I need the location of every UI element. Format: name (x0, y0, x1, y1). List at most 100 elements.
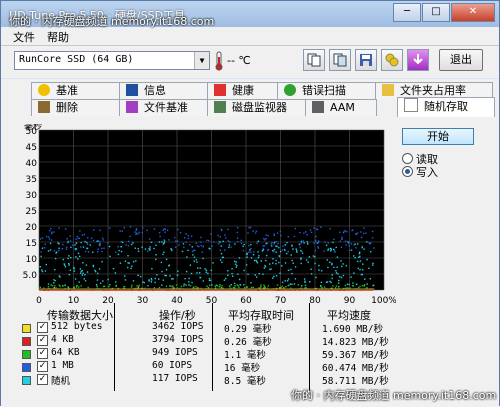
tab-file-benchmark[interactable]: 文件基准 (119, 99, 209, 116)
data-point (96, 240, 98, 242)
trash-icon (38, 101, 50, 113)
data-point (334, 251, 336, 253)
data-point (287, 285, 289, 287)
data-point (326, 259, 329, 261)
data-point (69, 256, 72, 259)
tab-error-scan[interactable]: 错误扫描 (277, 82, 377, 99)
data-point (303, 242, 305, 244)
data-point (273, 233, 275, 235)
data-point (185, 233, 187, 235)
series-checkbox[interactable]: ✓ (37, 322, 48, 333)
data-point (80, 272, 82, 274)
write-radio[interactable]: 写入 (402, 164, 438, 180)
start-button[interactable]: 开始 (402, 128, 474, 145)
data-point (130, 267, 132, 270)
data-point (337, 282, 340, 284)
data-point (69, 235, 72, 237)
tab-disk-monitor[interactable]: 磁盘监视器 (207, 99, 307, 116)
data-point (263, 237, 265, 240)
data-point (53, 279, 55, 281)
series-color-swatch (22, 363, 31, 372)
data-point (165, 258, 168, 261)
tab-label: 删除 (56, 101, 78, 114)
data-point (272, 277, 274, 279)
data-point (292, 262, 294, 264)
data-point (320, 285, 322, 287)
data-point (298, 243, 301, 245)
copy-screenshot-button[interactable] (329, 49, 351, 71)
chevron-down-icon[interactable]: ▼ (194, 52, 209, 69)
data-point (209, 279, 212, 282)
exit-button[interactable]: 退出 (439, 49, 483, 71)
data-point (182, 243, 185, 245)
tab-benchmark[interactable]: 基准 (31, 82, 121, 99)
data-point (86, 247, 88, 250)
data-point (53, 231, 55, 233)
series-checkbox[interactable]: ✓ (37, 374, 48, 385)
data-point (75, 286, 78, 288)
data-point (356, 243, 359, 245)
data-point (228, 246, 230, 249)
data-point (256, 262, 259, 264)
data-point (161, 284, 163, 286)
data-point (108, 286, 110, 288)
data-point (207, 272, 209, 275)
maximize-button[interactable]: □ (422, 3, 450, 22)
data-point (357, 267, 359, 270)
data-point (361, 269, 364, 271)
tab-erase[interactable]: 删除 (31, 99, 121, 116)
data-point (340, 276, 343, 279)
data-point (117, 245, 119, 248)
series-checkbox[interactable]: ✓ (37, 335, 48, 346)
data-point (335, 270, 337, 272)
data-point (261, 250, 264, 252)
tab-random-access[interactable]: 随机存取 (397, 97, 495, 117)
data-point (150, 277, 152, 280)
random-access-icon (404, 98, 418, 112)
data-point (227, 269, 229, 272)
data-point (335, 246, 337, 249)
series-checkbox[interactable]: ✓ (37, 361, 48, 372)
data-point (254, 232, 257, 234)
data-point (166, 229, 169, 231)
data-point (58, 284, 60, 286)
data-point (45, 263, 47, 266)
data-point (67, 240, 69, 243)
data-point (250, 251, 252, 253)
cell-access: 0.29 毫秒 (224, 324, 272, 335)
close-button[interactable]: ✕ (451, 3, 495, 22)
data-point (295, 248, 297, 250)
drive-select[interactable]: RunCore SSD (64 GB) ▼ (14, 51, 210, 70)
tab-aam[interactable]: AAM (305, 99, 377, 116)
copy-text-button[interactable] (303, 49, 325, 71)
menu-file[interactable]: 文件 (13, 29, 35, 45)
data-point (84, 250, 87, 253)
save-button[interactable] (355, 49, 377, 71)
download-button[interactable] (407, 49, 429, 71)
data-point (149, 249, 151, 251)
cell-ops: 60 IOPS (152, 360, 193, 371)
tab-health[interactable]: 健康 (207, 82, 279, 99)
disk-monitor-icon (214, 101, 226, 113)
data-point (284, 244, 287, 246)
data-point (55, 251, 58, 253)
data-point (329, 261, 331, 264)
data-point (137, 274, 139, 276)
tab-info[interactable]: 信息 (119, 82, 209, 99)
data-point (221, 256, 224, 259)
data-point (256, 242, 258, 244)
y-tick-label: 40 (26, 159, 38, 169)
control-panel: 开始 读取 写入 (399, 124, 489, 244)
data-point (193, 249, 195, 252)
series-checkbox[interactable]: ✓ (37, 348, 48, 359)
data-point (337, 273, 339, 275)
minimize-button[interactable]: ─ (393, 3, 421, 22)
data-point (61, 247, 64, 250)
data-point (248, 251, 250, 253)
options-button[interactable] (381, 49, 403, 71)
data-point (205, 269, 207, 271)
window-controls: ─ □ ✕ (392, 3, 495, 22)
data-point (183, 237, 186, 239)
menu-help[interactable]: 帮助 (47, 29, 69, 45)
data-point (278, 246, 280, 249)
